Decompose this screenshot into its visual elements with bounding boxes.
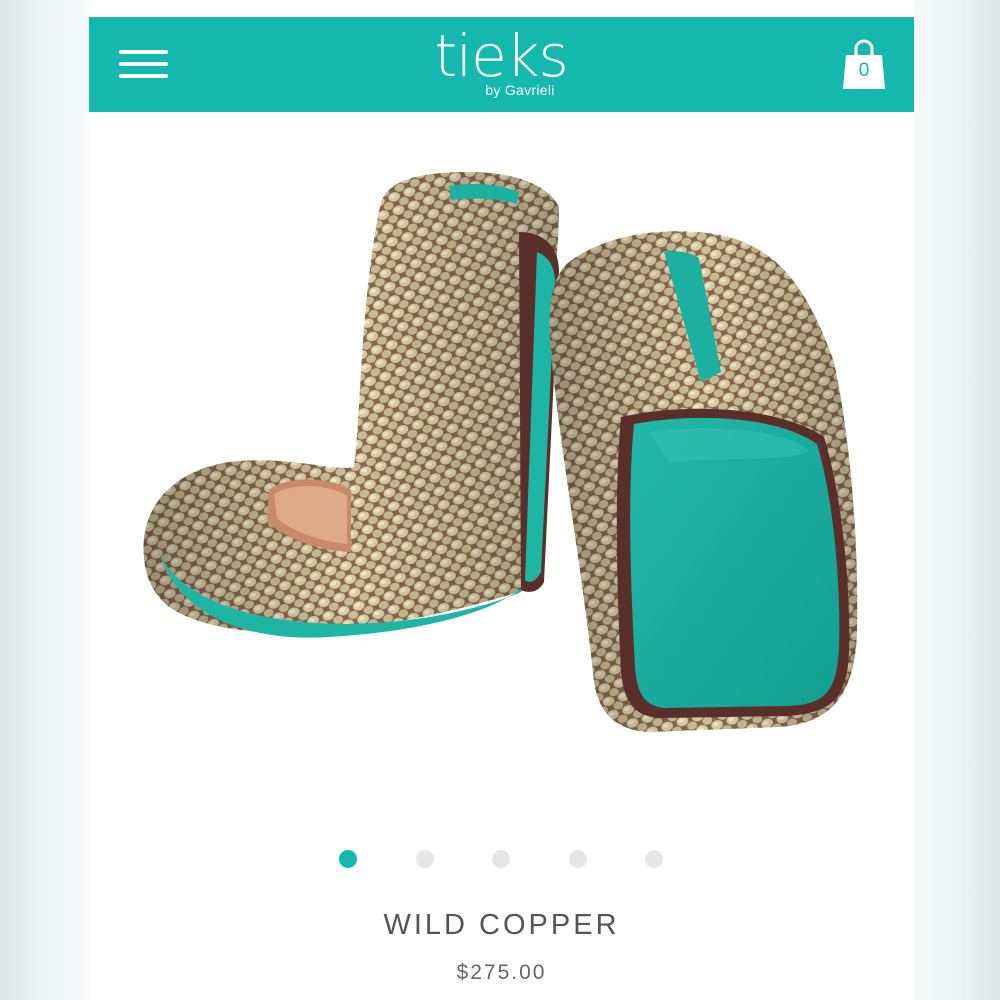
product-price: $275.00 (456, 961, 547, 984)
carousel-dot-2[interactable] (416, 850, 434, 868)
hamburger-menu-icon (119, 50, 168, 54)
brand-logo[interactable]: tieks by Gavrieli (351, 23, 651, 109)
carousel-dot-4[interactable] (569, 850, 587, 868)
brand-subtitle: by Gavrieli (485, 82, 555, 98)
ballet-flats-photo (143, 172, 858, 732)
site-header: tieks by Gavrieli 0 (89, 17, 914, 112)
product-title: WILD COPPER (383, 909, 620, 941)
cart-count-badge: 0 (858, 60, 870, 81)
product-page: tieks by Gavrieli 0 WILD COPPER $275.00 (89, 0, 914, 1000)
carousel-pagination (89, 848, 914, 870)
carousel-dot-3[interactable] (492, 850, 510, 868)
brand-wordmark: tieks (434, 22, 568, 90)
carousel-dot-1[interactable] (339, 850, 357, 868)
carousel-dot-5[interactable] (645, 850, 663, 868)
hamburger-menu-icon-middle (119, 62, 168, 66)
menu-button[interactable] (119, 48, 169, 80)
product-image[interactable] (89, 112, 914, 832)
hamburger-menu-icon-bottom (119, 74, 168, 78)
cart-button[interactable]: 0 (841, 39, 887, 91)
